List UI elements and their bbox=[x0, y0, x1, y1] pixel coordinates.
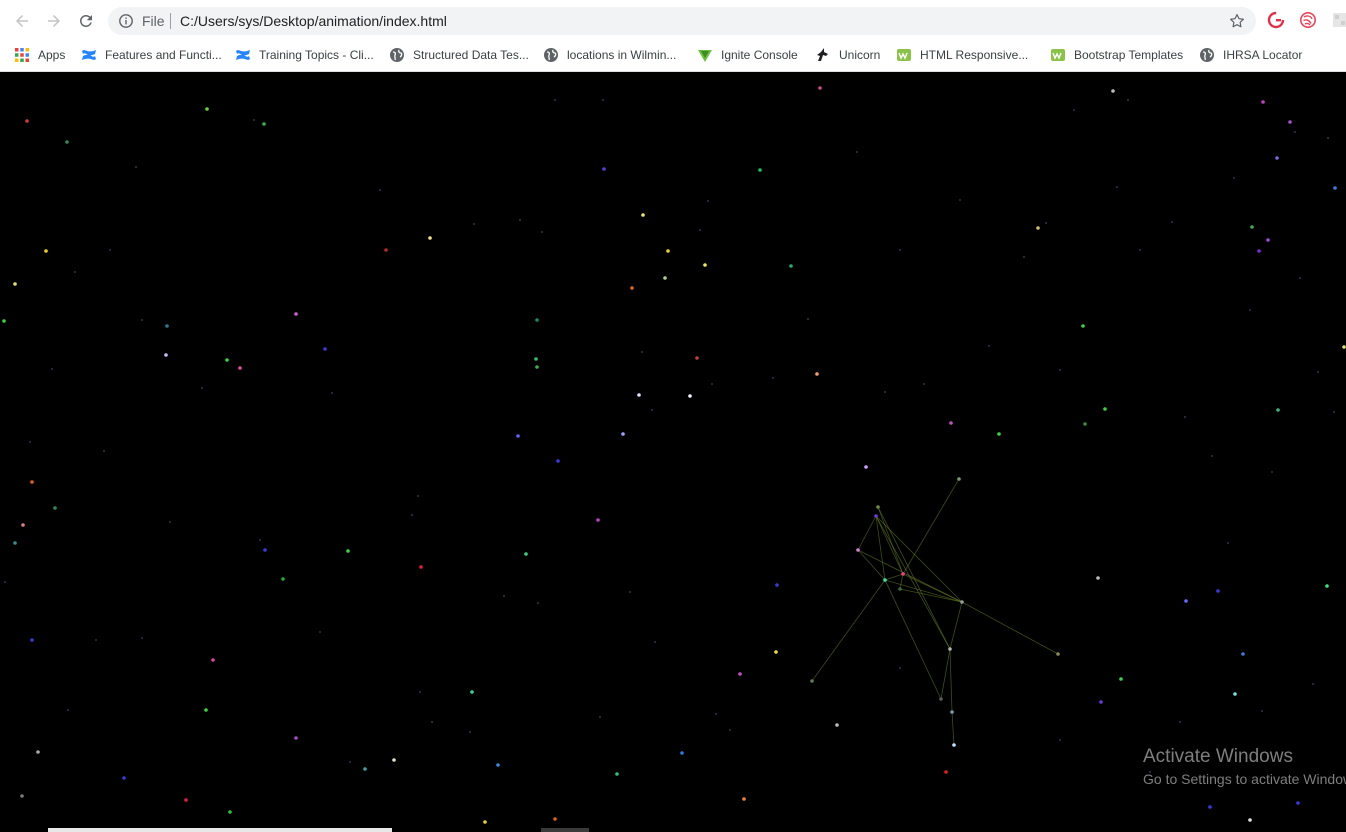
bookmark-features-and-functions[interactable]: Features and Functi... bbox=[81, 44, 222, 66]
bookmark-label: Bootstrap Templates bbox=[1074, 48, 1184, 62]
activate-windows-watermark: Activate Windows Go to Settings to activ… bbox=[1143, 746, 1346, 789]
url-text[interactable]: C:/Users/sys/Desktop/animation/index.htm… bbox=[180, 13, 447, 29]
grammarly-icon[interactable] bbox=[1267, 11, 1285, 29]
apps-grid-icon bbox=[15, 48, 29, 62]
bookmark-ignite-console[interactable]: Ignite Console bbox=[697, 44, 798, 66]
bookmark-apps[interactable]: Apps bbox=[14, 44, 65, 66]
globe-icon bbox=[1200, 48, 1214, 62]
back-arrow-icon bbox=[16, 15, 28, 27]
globe-icon bbox=[544, 48, 558, 62]
bookmark-label: Unicorn bbox=[839, 48, 881, 62]
horizontal-scrollbar-thumb[interactable] bbox=[48, 828, 392, 832]
bookmarks-bar: Apps Features and Functi... Training Top… bbox=[0, 40, 1346, 72]
bookmark-label: Apps bbox=[38, 48, 66, 62]
taskbar-indicator bbox=[541, 828, 589, 832]
bookmark-html-responsive[interactable]: HTML Responsive... bbox=[896, 44, 1028, 66]
bookmark-label: Features and Functi... bbox=[105, 48, 222, 62]
reload-icon bbox=[79, 14, 92, 27]
bookmark-label: HTML Responsive... bbox=[920, 48, 1029, 62]
bookmark-label: locations in Wilmin... bbox=[567, 48, 677, 62]
confluence-icon bbox=[82, 50, 96, 60]
bookmark-star-icon[interactable] bbox=[1228, 12, 1246, 30]
back-button[interactable] bbox=[10, 9, 34, 33]
forward-arrow-icon bbox=[48, 15, 60, 27]
browser-toolbar: File C:/Users/sys/Desktop/animation/inde… bbox=[0, 0, 1346, 40]
w3layouts-icon bbox=[1051, 49, 1065, 61]
ignite-icon bbox=[698, 50, 712, 62]
activate-windows-title: Activate Windows bbox=[1143, 746, 1293, 767]
browser-chrome: File C:/Users/sys/Desktop/animation/inde… bbox=[0, 0, 1346, 72]
bookmark-label: Training Topics - Cli... bbox=[259, 48, 374, 62]
bookmark-training-topics[interactable]: Training Topics - Cli... bbox=[235, 44, 374, 66]
extension-swirl-icon[interactable] bbox=[1299, 11, 1317, 29]
bookmark-unicorn[interactable]: Unicorn bbox=[815, 44, 880, 66]
forward-button[interactable] bbox=[42, 9, 66, 33]
bookmark-bootstrap-templates[interactable]: Bootstrap Templates bbox=[1050, 44, 1183, 66]
address-bar[interactable]: File C:/Users/sys/Desktop/animation/inde… bbox=[108, 7, 1256, 35]
particle-field bbox=[2, 86, 1346, 824]
reload-button[interactable] bbox=[74, 9, 98, 33]
omnibox-divider bbox=[170, 13, 171, 29]
particle-animation-canvas[interactable] bbox=[0, 72, 1346, 832]
unicorn-icon bbox=[817, 48, 828, 61]
w3layouts-icon bbox=[897, 49, 911, 61]
activate-windows-subtitle: Go to Settings to activate Windows. bbox=[1143, 771, 1346, 787]
bookmark-locations-in-wilmington[interactable]: locations in Wilmin... bbox=[543, 44, 676, 66]
extension-puzzle-icon[interactable] bbox=[1331, 11, 1346, 29]
confluence-icon bbox=[236, 50, 250, 60]
bookmark-ihrsa-locator[interactable]: IHRSA Locator bbox=[1199, 44, 1302, 66]
scheme-label: File bbox=[142, 13, 165, 29]
bookmark-label: IHRSA Locator bbox=[1223, 48, 1303, 62]
bookmark-label: Ignite Console bbox=[721, 48, 798, 62]
info-icon[interactable] bbox=[118, 13, 134, 29]
bookmark-structured-data[interactable]: Structured Data Tes... bbox=[389, 44, 529, 66]
globe-icon bbox=[390, 48, 404, 62]
bookmark-label: Structured Data Tes... bbox=[413, 48, 529, 62]
